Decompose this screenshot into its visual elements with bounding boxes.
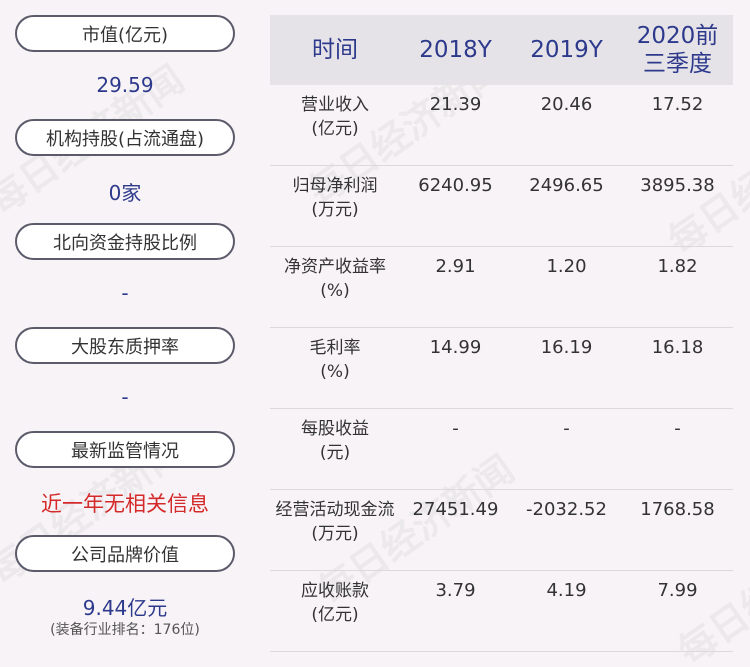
pledge-ratio-value: - (121, 385, 129, 409)
table-cell: 3.79 (435, 580, 476, 601)
row-label: 每股收益 (元) (270, 417, 400, 465)
row-label: 净资产收益率 (%) (270, 255, 400, 303)
row-label-name: 每股收益 (301, 419, 369, 439)
table-cell: 16.19 (540, 337, 593, 358)
table-cell: 27451.49 (412, 499, 499, 520)
table-cell: 17.52 (651, 94, 704, 115)
institution-holding-label: 机构持股(占流通盘) (15, 119, 235, 156)
brand-value-label: 公司品牌价值 (15, 535, 235, 572)
table-cell: 4.19 (546, 580, 587, 601)
institution-holding-value: 0家 (108, 181, 142, 205)
brand-rank-note: (装备行业排名：176位) (50, 622, 200, 638)
row-label: 归母净利润 (万元) (270, 174, 400, 222)
table-cell: 2496.65 (529, 175, 604, 196)
header-2019: 2019Y (530, 37, 603, 63)
table-cell: 16.18 (651, 337, 704, 358)
row-label: 毛利率 (%) (270, 336, 400, 384)
table-cell: 1.82 (657, 256, 698, 277)
row-label-unit: (万元) (311, 200, 359, 220)
table-cell: 2.91 (435, 256, 476, 277)
table-row: 营业收入 (亿元) 21.39 20.46 17.52 (270, 85, 733, 166)
table-cell: - (563, 418, 570, 439)
table-row: 经营活动现金流 (万元) 27451.49 -2032.52 1768.58 (270, 490, 733, 571)
table-cell: 1.20 (546, 256, 587, 277)
market-cap-label: 市值(亿元) (15, 15, 235, 52)
row-label-name: 毛利率 (309, 338, 361, 358)
row-label-name: 经营活动现金流 (275, 500, 395, 520)
table-cell: - (452, 418, 459, 439)
table-cell: 14.99 (429, 337, 482, 358)
market-cap-value: 29.59 (96, 73, 154, 97)
table-row: 净资产收益率 (%) 2.91 1.20 1.82 (270, 247, 733, 328)
row-label: 应收账款 (亿元) (270, 579, 400, 627)
row-label-unit: (%) (320, 362, 350, 382)
table-row: 归母净利润 (万元) 6240.95 2496.65 3895.38 (270, 166, 733, 247)
table-row: 每股收益 (元) - - - (270, 409, 733, 490)
brand-value-value: 9.44亿元 (82, 596, 168, 620)
table-cell: 3895.38 (640, 175, 715, 196)
northbound-ratio-label: 北向资金持股比例 (15, 223, 235, 260)
table-row: 应收账款 (亿元) 3.79 4.19 7.99 (270, 571, 733, 652)
row-label: 经营活动现金流 (万元) (270, 498, 400, 546)
row-label-unit: (万元) (311, 524, 359, 544)
row-label-unit: (亿元) (311, 119, 359, 139)
regulatory-status-label: 最新监管情况 (15, 431, 235, 468)
table-cell: 6240.95 (418, 175, 493, 196)
row-label-name: 应收账款 (301, 581, 369, 601)
row-label-name: 归母净利润 (292, 176, 378, 196)
pledge-ratio-label: 大股东质押率 (15, 327, 235, 364)
row-label-unit: (亿元) (311, 605, 359, 625)
header-time: 时间 (312, 37, 358, 63)
table-cell: 21.39 (429, 94, 482, 115)
row-label-unit: (元) (319, 443, 351, 463)
table-cell: -2032.52 (526, 499, 607, 520)
row-label: 营业收入 (亿元) (270, 93, 400, 141)
table-cell: 20.46 (540, 94, 593, 115)
page: 每日经济新闻 每日经济新闻 每日经济新闻 每日经济新闻 每日经济新闻 每日经济新… (0, 0, 750, 667)
table-header: 时间 2018Y 2019Y 2020前三季度 (270, 15, 733, 85)
row-label-unit: (%) (320, 281, 350, 301)
table-cell: 1768.58 (640, 499, 715, 520)
row-label-name: 净资产收益率 (284, 257, 386, 277)
northbound-ratio-value: - (121, 281, 129, 305)
regulatory-status-value: 近一年无相关信息 (41, 492, 209, 516)
row-label-name: 营业收入 (301, 95, 369, 115)
header-2018: 2018Y (419, 37, 492, 63)
table-cell: - (674, 418, 681, 439)
table-row: 毛利率 (%) 14.99 16.19 16.18 (270, 328, 733, 409)
header-2020q3: 2020前三季度 (636, 23, 719, 77)
table-cell: 7.99 (657, 580, 698, 601)
